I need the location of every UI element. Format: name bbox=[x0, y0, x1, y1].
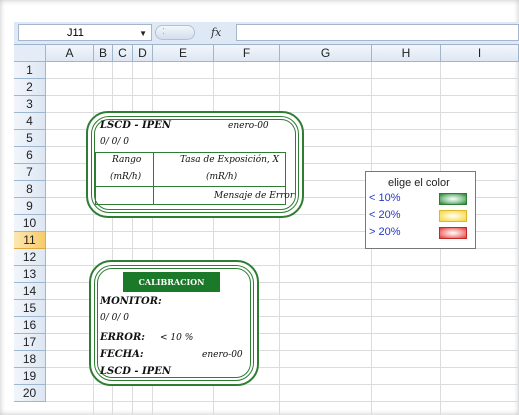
column-header-c[interactable]: C bbox=[113, 45, 133, 62]
table-divider-h bbox=[95, 186, 286, 187]
legend-label: < 10% bbox=[369, 192, 401, 204]
row-header-15[interactable]: 15 bbox=[14, 300, 46, 317]
row-header-9[interactable]: 9 bbox=[14, 198, 46, 215]
row-header-16[interactable]: 16 bbox=[14, 317, 46, 334]
column-header-d[interactable]: D bbox=[133, 45, 153, 62]
column-header-f[interactable]: F bbox=[214, 45, 280, 62]
row-header-4[interactable]: 4 bbox=[14, 113, 46, 130]
error-message: Mensaje de Error bbox=[214, 191, 295, 201]
rango-label: Rango bbox=[112, 155, 142, 165]
row-header-17[interactable]: 17 bbox=[14, 334, 46, 351]
row-header-12[interactable]: 12 bbox=[14, 249, 46, 266]
fecha-label: FECHA: bbox=[100, 349, 144, 360]
row-gridline bbox=[46, 78, 519, 79]
row-header-1[interactable]: 1 bbox=[14, 62, 46, 79]
card1-date-line: 0/ 0/ 0 bbox=[100, 137, 129, 147]
red-swatch[interactable] bbox=[439, 227, 467, 239]
row-header-13[interactable]: 13 bbox=[14, 266, 46, 283]
row-header-11[interactable]: 11 bbox=[14, 232, 46, 249]
row-gridline bbox=[46, 401, 519, 402]
monitor-label: MONITOR: bbox=[100, 296, 162, 307]
rango-unit: (mR/h) bbox=[110, 172, 142, 182]
column-header-a[interactable]: A bbox=[46, 45, 94, 62]
error-label: ERROR: bbox=[100, 332, 145, 343]
yellow-swatch[interactable] bbox=[439, 210, 467, 222]
row-header-5[interactable]: 5 bbox=[14, 130, 46, 147]
row-header-19[interactable]: 19 bbox=[14, 368, 46, 385]
column-header-e[interactable]: E bbox=[153, 45, 214, 62]
select-all-corner[interactable] bbox=[14, 45, 46, 62]
row-header-18[interactable]: 18 bbox=[14, 351, 46, 368]
card1-title: LSCD - IPEN bbox=[100, 120, 171, 131]
tasa-unit: (mR/h) bbox=[206, 172, 238, 182]
row-gridline bbox=[46, 95, 519, 96]
fecha-value: enero-00 bbox=[202, 350, 243, 360]
row-header-6[interactable]: 6 bbox=[14, 147, 46, 164]
chevron-down-icon[interactable]: ▼ bbox=[139, 25, 147, 42]
legend-label: < 20% bbox=[369, 209, 401, 221]
pill-divider-icon: : bbox=[162, 25, 166, 37]
column-header-i[interactable]: I bbox=[441, 45, 519, 62]
card2-footer: LSCD - IPEN bbox=[100, 366, 171, 377]
tasa-label: Tasa de Exposición, X bbox=[180, 155, 280, 165]
fx-icon[interactable]: fx bbox=[211, 24, 221, 41]
row-header-14[interactable]: 14 bbox=[14, 283, 46, 300]
error-value: < 10 % bbox=[160, 333, 194, 343]
name-box[interactable]: J11 ▼ bbox=[18, 24, 152, 41]
row-header-2[interactable]: 2 bbox=[14, 79, 46, 96]
formula-controls: : fx bbox=[155, 24, 235, 41]
row-header-7[interactable]: 7 bbox=[14, 164, 46, 181]
name-box-value: J11 bbox=[67, 27, 84, 39]
legend-title: elige el color bbox=[388, 177, 450, 189]
monitor-value: 0/ 0/ 0 bbox=[100, 313, 129, 323]
column-header-g[interactable]: G bbox=[280, 45, 372, 62]
column-header-b[interactable]: B bbox=[94, 45, 113, 62]
legend-label: > 20% bbox=[369, 226, 401, 238]
calibracion-button[interactable]: CALIBRACION bbox=[123, 272, 220, 292]
row-header-8[interactable]: 8 bbox=[14, 181, 46, 198]
card1-date: enero-00 bbox=[228, 121, 269, 131]
formula-input[interactable] bbox=[236, 24, 519, 41]
row-header-20[interactable]: 20 bbox=[14, 385, 46, 402]
table-divider-v bbox=[153, 152, 154, 205]
color-legend: elige el color < 10% < 20% > 20% bbox=[365, 171, 476, 249]
formula-pill: : bbox=[155, 25, 195, 40]
green-swatch[interactable] bbox=[439, 193, 467, 205]
column-header-h[interactable]: H bbox=[372, 45, 441, 62]
row-header-3[interactable]: 3 bbox=[14, 96, 46, 113]
row-header-10[interactable]: 10 bbox=[14, 215, 46, 232]
